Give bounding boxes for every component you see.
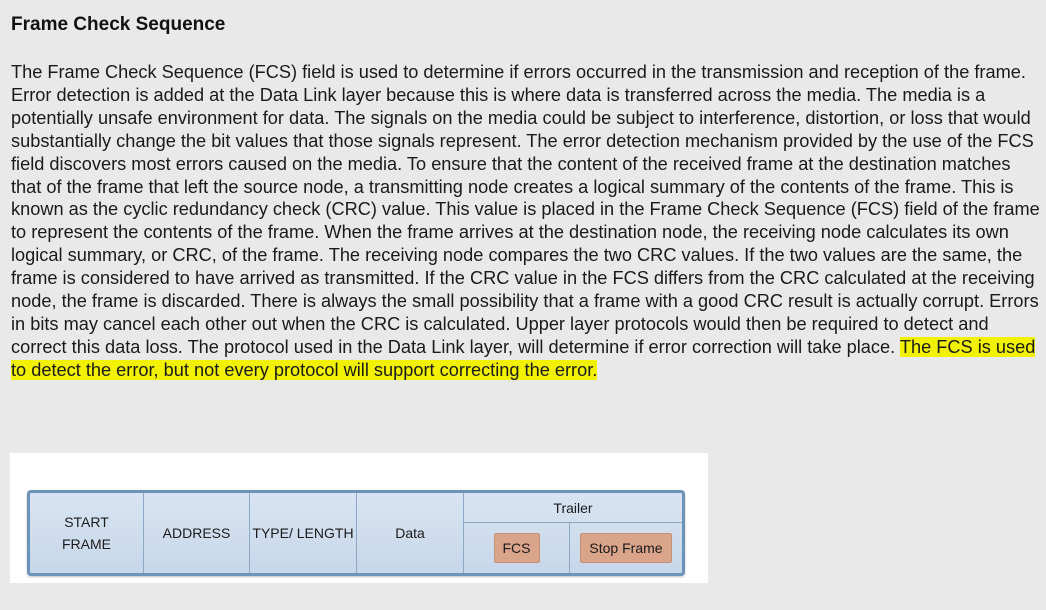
paragraph-text: The Frame Check Sequence (FCS) field is … [11, 62, 1040, 357]
trailer-field-stop-frame: Stop Frame [570, 522, 682, 573]
body-paragraph: The Frame Check Sequence (FCS) field is … [11, 61, 1041, 382]
section-heading: Frame Check Sequence [11, 14, 226, 35]
trailer-group: Trailer FCS Stop Frame [464, 493, 682, 573]
field-data: Data [357, 493, 464, 573]
frame-structure: START FRAME ADDRESS TYPE/ LENGTH Data Tr… [27, 490, 685, 576]
field-data-label: Data [395, 525, 425, 541]
trailer-field-fcs: FCS [464, 522, 570, 573]
trailer-label: Trailer [464, 493, 682, 523]
field-address: ADDRESS [144, 493, 250, 573]
field-start-frame: START FRAME [30, 493, 144, 573]
field-type-length-label: TYPE/ LENGTH [252, 525, 354, 541]
field-type-length: TYPE/ LENGTH [250, 493, 357, 573]
stop-frame-chip: Stop Frame [580, 532, 672, 563]
field-start-frame-label: START FRAME [62, 514, 111, 552]
field-address-label: ADDRESS [162, 525, 231, 541]
frame-diagram: START FRAME ADDRESS TYPE/ LENGTH Data Tr… [10, 453, 708, 583]
fcs-chip: FCS [493, 532, 540, 563]
